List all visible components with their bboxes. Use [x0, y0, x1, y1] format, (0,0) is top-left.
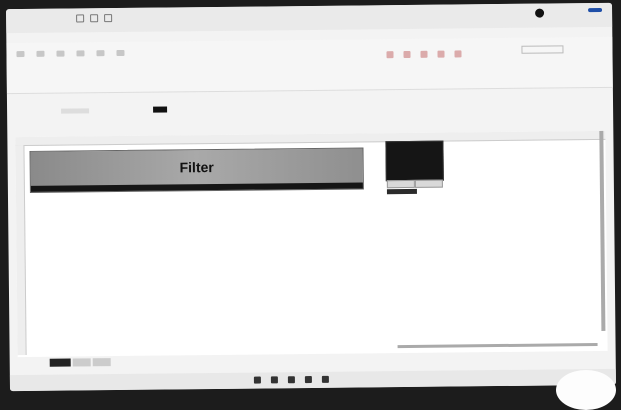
worksheet-grid[interactable]: Filter: [15, 130, 608, 358]
font-selector[interactable]: [521, 45, 564, 54]
vertical-scrollbar[interactable]: [599, 130, 606, 331]
sheet-tabs: [49, 358, 111, 367]
taskbar-app-icon[interactable]: [287, 376, 295, 384]
formula-selection: [153, 106, 167, 113]
avatar[interactable]: [535, 8, 545, 18]
copy-icon[interactable]: [56, 50, 65, 57]
format-icon[interactable]: [420, 50, 428, 58]
banner-strip: [30, 182, 363, 192]
horizontal-scrollbar[interactable]: [397, 343, 598, 349]
cut-icon[interactable]: [36, 50, 45, 57]
dark-panel-cell[interactable]: [386, 179, 415, 189]
italic-icon[interactable]: [96, 50, 105, 57]
ribbon-tools-left: [16, 49, 125, 58]
column-headers: [15, 130, 606, 147]
dark-panel-cell[interactable]: [414, 179, 443, 188]
ribbon: [6, 36, 613, 95]
underline-icon[interactable]: [116, 49, 125, 57]
start-icon[interactable]: [253, 376, 261, 384]
format-icon[interactable]: [437, 50, 445, 58]
search-icon[interactable]: [270, 376, 278, 384]
dark-panel[interactable]: [385, 140, 444, 195]
banner-title: Filter: [179, 159, 214, 176]
spreadsheet-window: Filter: [6, 2, 616, 392]
share-button[interactable]: [588, 7, 603, 13]
taskbar: [9, 368, 616, 392]
paste-icon[interactable]: [16, 50, 25, 58]
taskbar-app-icon[interactable]: [321, 375, 329, 383]
ribbon-tools-right: [386, 50, 462, 59]
redo-icon[interactable]: [104, 14, 113, 23]
formula-bar: [7, 101, 613, 117]
save-icon[interactable]: [76, 14, 85, 23]
quick-access-toolbar: [76, 14, 113, 23]
taskbar-icons: [253, 375, 329, 384]
sheet-tab[interactable]: [92, 358, 111, 367]
undo-icon[interactable]: [90, 14, 99, 23]
row-headers: [15, 144, 27, 356]
dark-panel-tag: [386, 188, 417, 195]
sheet-tab-active[interactable]: [49, 358, 71, 367]
format-icon[interactable]: [386, 51, 394, 59]
sheet-tab[interactable]: [72, 358, 91, 367]
bold-icon[interactable]: [76, 50, 85, 57]
filter-banner[interactable]: Filter: [29, 147, 364, 193]
name-box[interactable]: [61, 108, 90, 114]
format-icon[interactable]: [403, 50, 411, 59]
taskbar-app-icon[interactable]: [304, 376, 312, 384]
dark-panel-row: [386, 179, 443, 189]
format-icon[interactable]: [454, 50, 462, 58]
screen-glare: [556, 370, 616, 410]
